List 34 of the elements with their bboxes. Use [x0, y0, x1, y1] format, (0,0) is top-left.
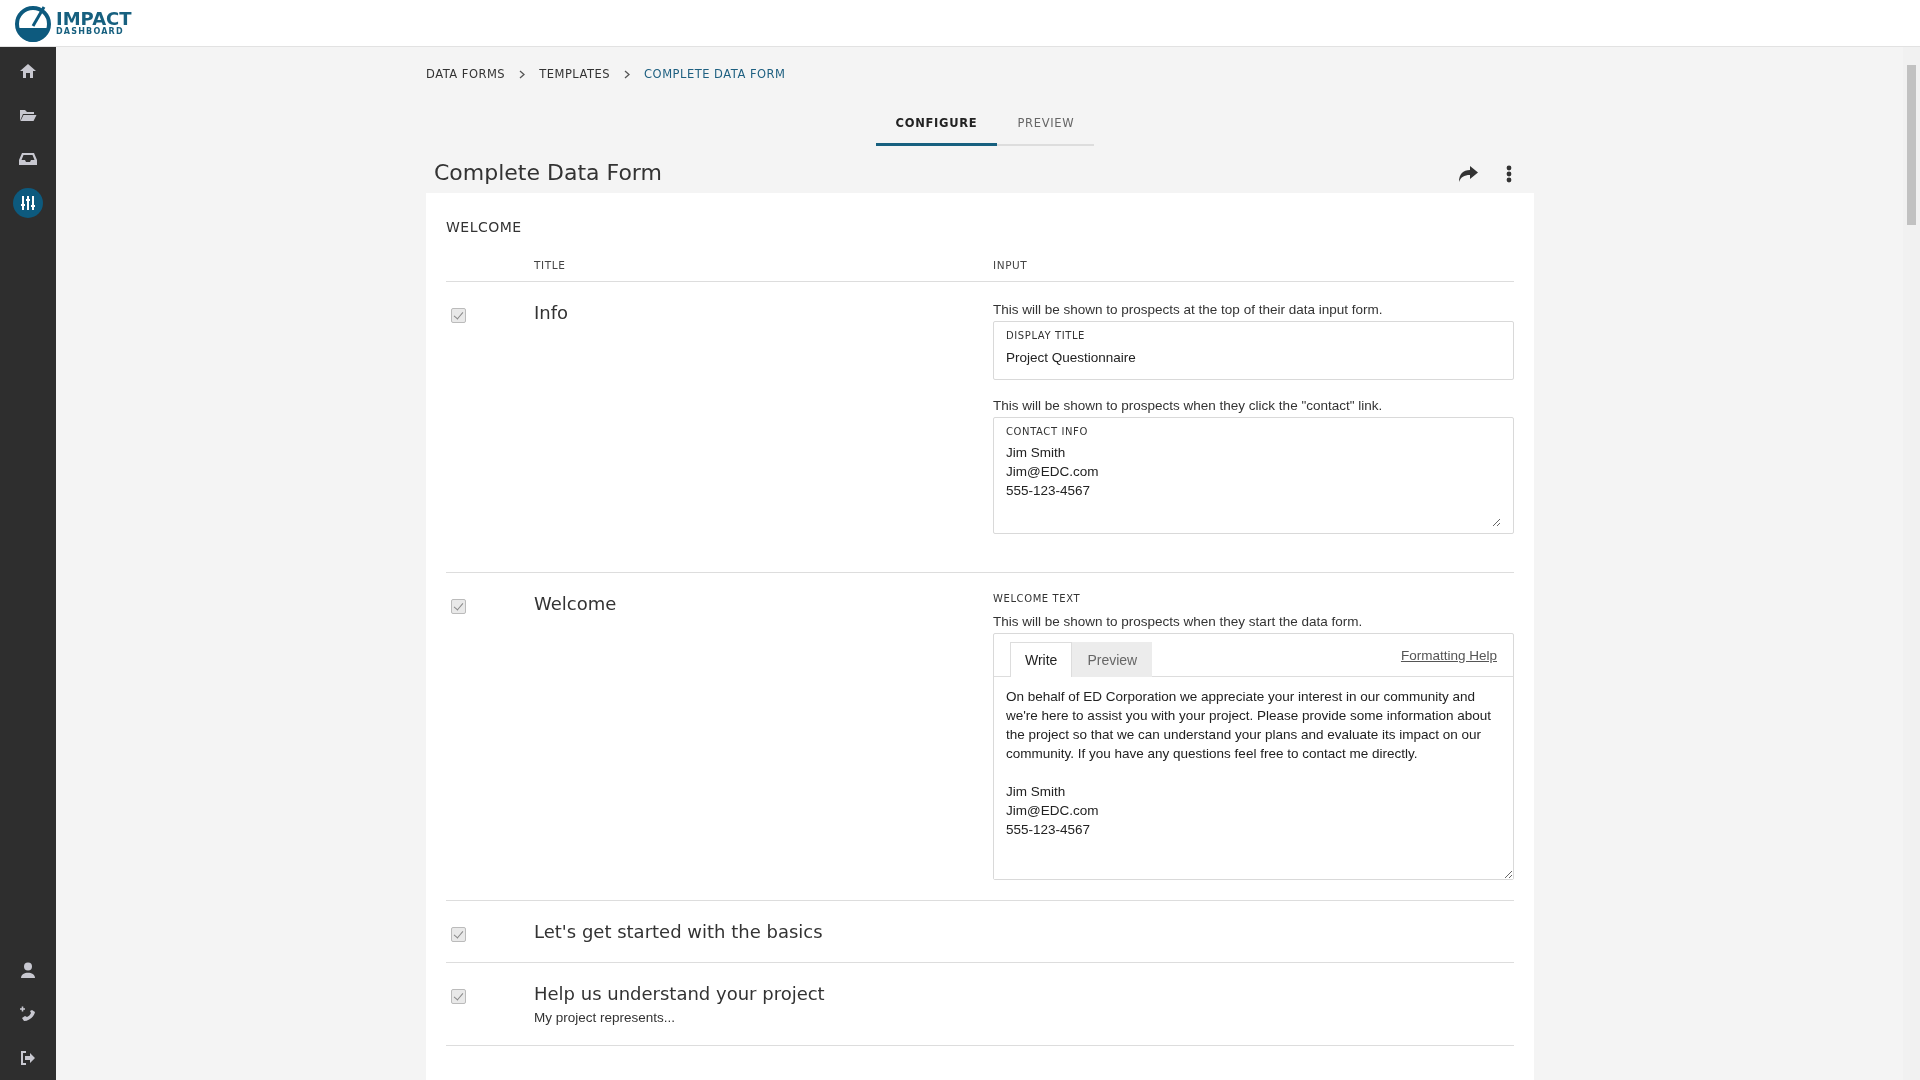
column-header: INPUT [993, 259, 1028, 271]
checkbox[interactable] [451, 927, 466, 942]
field-label: WELCOME TEXT [993, 593, 1082, 604]
breadcrumb-link[interactable]: DATA FORMS [426, 67, 506, 81]
row-title: Help us understand your project [534, 983, 826, 1004]
field-hint: This will be shown to prospects when they click the "contact" link. [993, 398, 1384, 413]
checkbox[interactable] [451, 599, 466, 614]
field-hint: This will be shown to prospects at the top of their data input form. [993, 302, 1384, 317]
row-title: Welcome [534, 593, 618, 614]
page-title: Complete Data Form [434, 160, 662, 185]
sliders-icon[interactable] [13, 188, 43, 218]
editor-tab[interactable]: Write [1010, 642, 1073, 677]
row-title: Let's get started with the basics [534, 921, 824, 942]
display-title-field[interactable]: DISPLAY TITLE Project Questionnaire [993, 321, 1514, 380]
gauge-logo-icon [14, 4, 52, 42]
chevron-right-icon [624, 69, 631, 79]
section-title: WELCOME [446, 219, 523, 235]
logo-tagline: DASHBOARD [56, 28, 125, 36]
contact-info-field[interactable]: CONTACT INFO Jim Smith Jim@EDC.com 555-123-4567 [993, 417, 1514, 534]
tab[interactable]: CONFIGURE [875, 116, 998, 146]
editor-tab[interactable]: Preview [1072, 642, 1153, 677]
row-subtitle: My project represents... [534, 1010, 677, 1025]
breadcrumb-link[interactable]: COMPLETE DATA FORM [644, 67, 786, 81]
row-title: Info [534, 302, 570, 323]
field-hint: This will be shown to prospects when they start the data form. [993, 614, 1364, 629]
logo-name: IMPACT [56, 10, 132, 28]
chevron-right-icon [519, 69, 526, 79]
tab[interactable]: PREVIEW [997, 116, 1095, 146]
formatting-help-link[interactable]: Formatting Help [1400, 648, 1497, 663]
checkbox[interactable] [451, 308, 466, 323]
column-header: TITLE [533, 259, 567, 271]
breadcrumb-link[interactable]: TEMPLATES [539, 67, 611, 81]
share-arrow-icon[interactable] [1456, 163, 1480, 184]
checkbox[interactable] [451, 989, 466, 1004]
